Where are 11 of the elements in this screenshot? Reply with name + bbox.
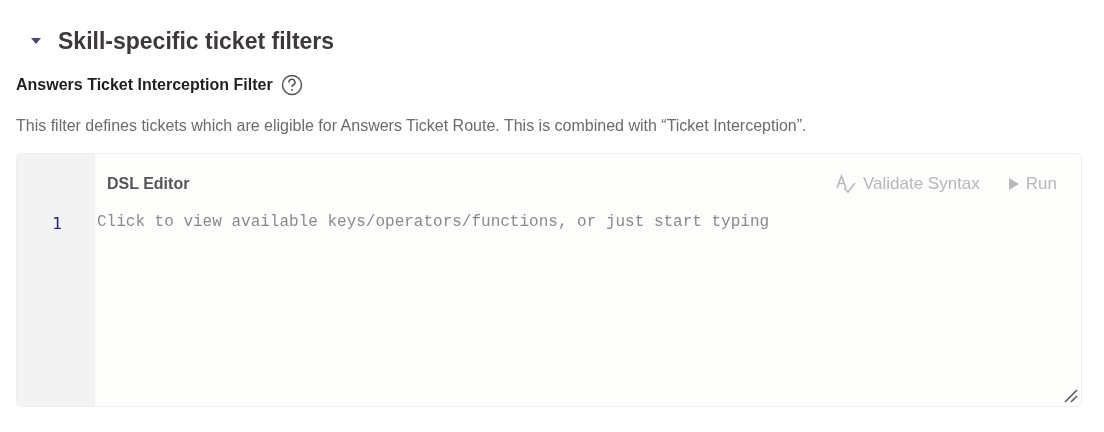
line-number: 1 xyxy=(51,212,62,235)
caret-icon[interactable] xyxy=(30,37,42,46)
section-title: Skill-specific ticket filters xyxy=(58,27,335,56)
filter-label: Answers Ticket Interception Filter xyxy=(16,74,273,95)
play-icon xyxy=(1007,176,1020,191)
editor-title: DSL Editor xyxy=(107,173,190,194)
spell-check-icon xyxy=(834,173,857,194)
resize-handle-icon[interactable] xyxy=(1064,388,1078,403)
help-icon[interactable] xyxy=(280,73,303,96)
code-input-field[interactable]: Click to view available keys/operators/functions, or just start typing xyxy=(95,198,1081,406)
filter-description: This filter defines tickets which are eligible for Answers Ticket Route. This is combined with “Ticket Interception”. xyxy=(16,115,808,136)
